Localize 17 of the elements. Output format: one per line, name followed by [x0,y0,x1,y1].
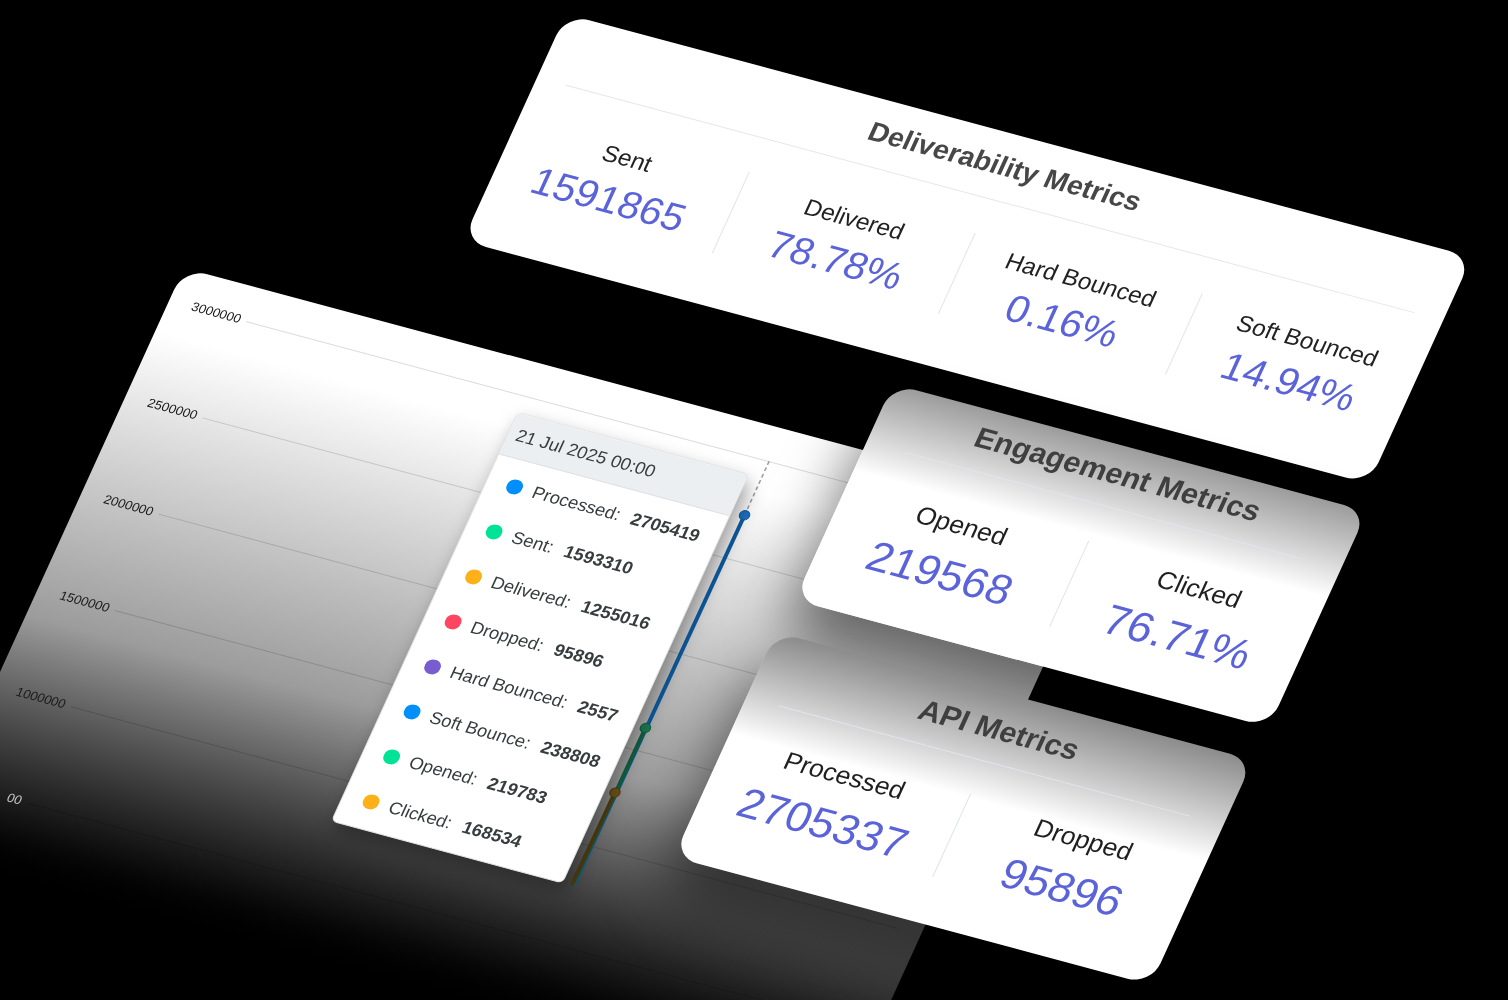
series-label: Opened: [405,751,482,790]
series-value: 1255016 [577,596,655,634]
tooltip-title: 21 Jul 2025 00:00 [512,425,659,481]
series-label: Dropped: [466,616,548,656]
series-value: 219783 [483,772,551,809]
axis-label: 1500000 [56,587,113,616]
axis-label: 3000000 [187,298,244,327]
axis-label: 2500000 [144,394,201,424]
series-value: 238808 [537,736,605,773]
series-value: 168534 [458,816,526,852]
card-title: API Metrics [912,692,1086,768]
series-label: Clicked: [384,796,456,834]
series-value: 2557 [574,696,622,727]
series-label: Sent: [507,526,558,558]
axis-label: 1000000 [12,683,69,712]
axis-label: 2000000 [100,490,157,520]
axis-label: 00 [3,789,25,809]
